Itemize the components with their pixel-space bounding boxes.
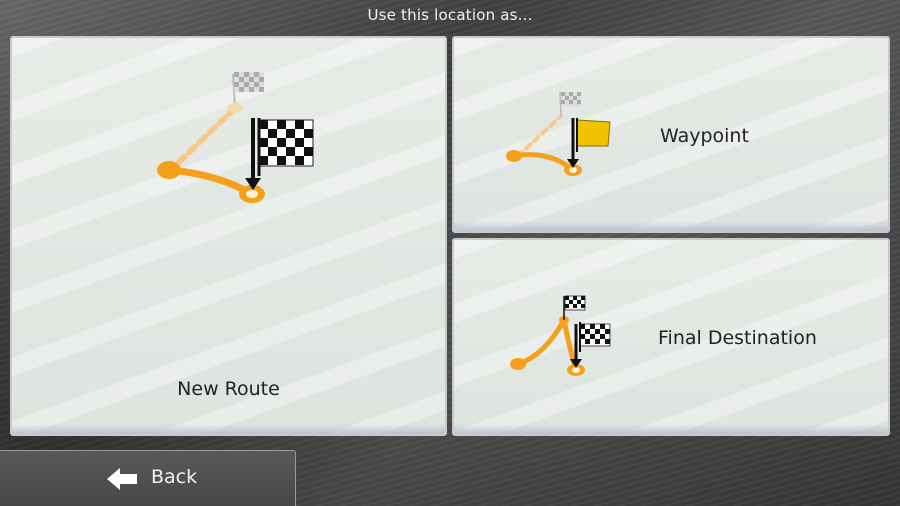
back-label: Back (151, 466, 198, 488)
new-route-button[interactable]: New Route (10, 36, 447, 436)
waypoint-label: Waypoint (660, 125, 749, 147)
final-destination-label: Final Destination (658, 327, 817, 349)
waypoint-icon (506, 91, 611, 176)
dialog-title: Use this location as... (367, 6, 533, 24)
waypoint-button[interactable]: Waypoint (452, 36, 890, 233)
final-destination-button[interactable]: Final Destination (452, 238, 890, 436)
new-route-icon (157, 72, 314, 203)
back-button[interactable]: Back (0, 450, 296, 506)
final-destination-icon (510, 295, 611, 376)
new-route-label: New Route (177, 378, 280, 400)
arrow-left-icon (107, 468, 137, 490)
